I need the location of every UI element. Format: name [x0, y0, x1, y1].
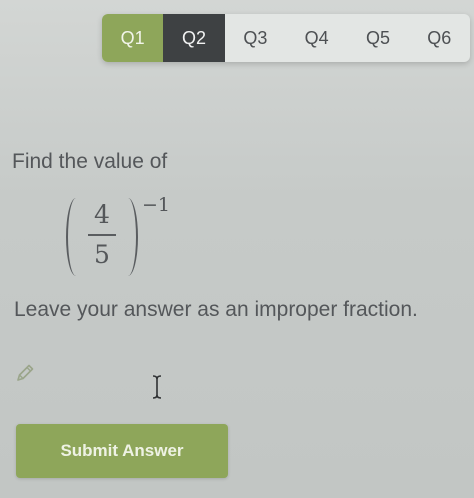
left-parenthesis	[66, 198, 86, 276]
exponent: −1	[142, 194, 171, 216]
question-prompt: Find the value of	[12, 150, 168, 173]
math-expression: 4 5 −1	[66, 194, 196, 282]
fraction: 4 5	[86, 198, 118, 272]
fraction-numerator: 4	[94, 200, 110, 229]
tab-q6[interactable]: Q6	[409, 14, 470, 62]
submit-answer-button[interactable]: Submit Answer	[16, 424, 228, 478]
text-cursor-icon	[152, 375, 162, 399]
answer-input[interactable]	[10, 356, 310, 406]
right-parenthesis	[118, 198, 138, 276]
tab-q5[interactable]: Q5	[347, 14, 408, 62]
question-tabs: Q1 Q2 Q3 Q4 Q5 Q6	[102, 14, 470, 62]
tab-q3[interactable]: Q3	[225, 14, 286, 62]
tab-q1[interactable]: Q1	[102, 14, 164, 62]
tab-q2[interactable]: Q2	[163, 14, 225, 62]
answer-instruction: Leave your answer as an improper fractio…	[14, 298, 418, 321]
fraction-bar	[88, 234, 116, 236]
tab-q4[interactable]: Q4	[286, 14, 347, 62]
pencil-icon	[17, 364, 34, 381]
fraction-denominator: 5	[94, 240, 110, 269]
